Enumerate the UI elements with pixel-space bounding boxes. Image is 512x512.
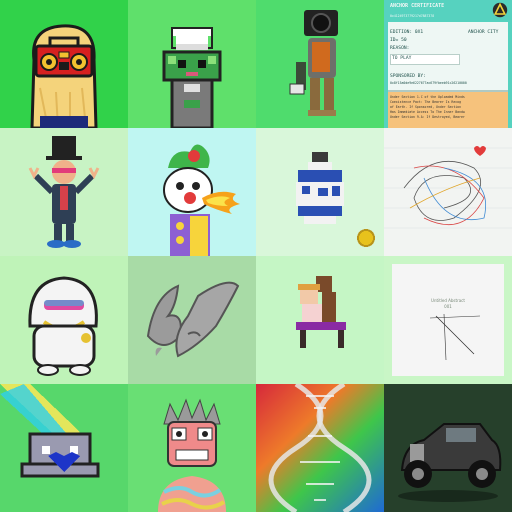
- certificate-title: ANCHOR CERTIFICATE: [390, 3, 445, 9]
- clown-art: [163, 144, 240, 256]
- nft-gallery-grid: ANCHOR CERTIFICATE 0x4124973779217d78873…: [0, 0, 512, 512]
- id-label: ID= 50: [390, 38, 407, 43]
- sponsored-label: SPONSORED BY:: [390, 74, 426, 79]
- tile-pixel-ghost-heart[interactable]: [0, 384, 128, 512]
- anchor-logo-icon: [492, 2, 508, 18]
- tile-hooded-rapper[interactable]: [0, 256, 128, 384]
- city-label: ANCHOR CITY: [468, 30, 499, 35]
- tile-chef-frog-pixel[interactable]: [128, 0, 256, 128]
- reason-value: TO PLAY: [392, 56, 412, 61]
- voxel-people-art: [296, 276, 346, 348]
- tile-voxel-people[interactable]: [256, 256, 384, 384]
- scribble-art: [384, 146, 512, 229]
- spiky-skull-art: [158, 398, 226, 512]
- camera-head-art: [289, 10, 338, 116]
- pixel-ghost-art: [0, 384, 100, 478]
- certificate-card: ANCHOR CERTIFICATE 0x4124973779217d78873…: [384, 0, 512, 128]
- boombox-blob-art: [30, 24, 98, 128]
- certificate-hash: 0x4124973779217d7887378: [390, 14, 435, 18]
- tile-camera-head-figure[interactable]: [256, 0, 384, 128]
- tile-anchor-certificate[interactable]: ANCHOR CERTIFICATE 0x4124973779217d78873…: [384, 0, 512, 128]
- tile-voxel-vase[interactable]: [256, 128, 384, 256]
- vase-art: [296, 152, 375, 247]
- lines-art: [429, 313, 481, 361]
- sponsor-hash: 0x8f15a0de9e6227677ac679fbeeb91c26210000: [390, 81, 467, 85]
- top-hat-art: [28, 136, 100, 248]
- tile-dna-gradient[interactable]: [256, 384, 384, 512]
- tile-spiky-skull-portrait[interactable]: [128, 384, 256, 512]
- edition-label: EDITION: 0X1: [390, 30, 424, 35]
- legal-line: Under Section 9.A: If Destroyed, Bearer: [390, 115, 465, 119]
- tile-fire-breathing-clown[interactable]: [128, 128, 256, 256]
- dna-art: [256, 384, 384, 512]
- tile-boombox-blob[interactable]: [0, 0, 128, 128]
- tile-stone-claws[interactable]: [128, 256, 256, 384]
- tile-scribble-heart[interactable]: [384, 128, 512, 256]
- chef-frog-art: [162, 27, 222, 128]
- tile-minimal-lines[interactable]: Untitled Abstract 001: [384, 256, 512, 384]
- reason-label: REASON:: [390, 46, 410, 51]
- hooded-rapper-art: [28, 276, 98, 376]
- tile-vintage-car[interactable]: [384, 384, 512, 512]
- vintage-car-art: [384, 384, 512, 512]
- stone-claws-art: [146, 281, 240, 358]
- tile-top-hat-character[interactable]: [0, 128, 128, 256]
